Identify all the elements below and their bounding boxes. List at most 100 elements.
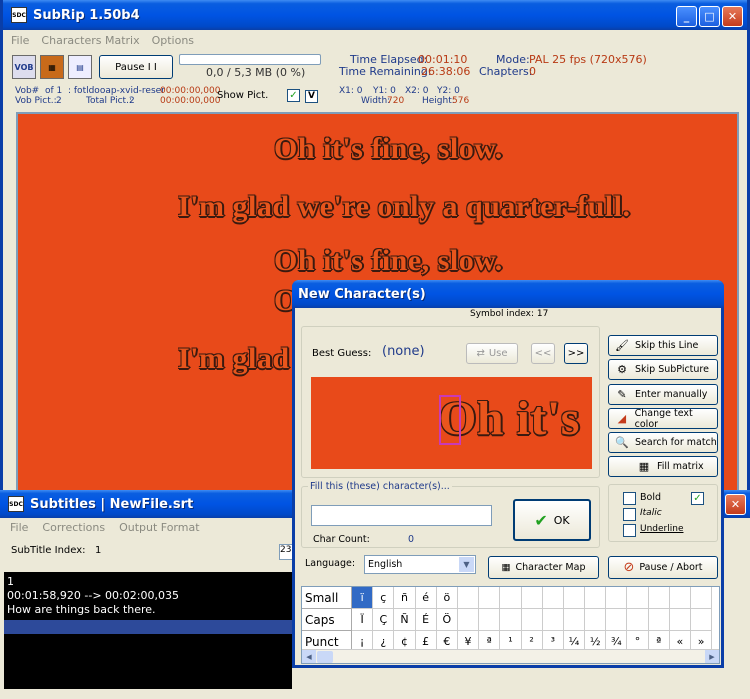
grid-cell[interactable] — [542, 609, 564, 631]
pause-button[interactable]: Pause I I — [99, 55, 173, 79]
grid-cell[interactable] — [627, 587, 649, 609]
character-preview: Oh it's — [311, 377, 592, 469]
menu-options[interactable]: Options — [152, 34, 194, 47]
grid-cell[interactable] — [542, 587, 564, 609]
bold-label: Bold — [640, 492, 661, 503]
prev-button[interactable]: << — [531, 343, 555, 364]
grid-cell[interactable] — [500, 587, 522, 609]
italic-checkbox[interactable] — [623, 508, 636, 521]
underline-checkbox[interactable] — [623, 524, 636, 537]
grid-cell[interactable] — [691, 609, 713, 631]
sub-menu-file[interactable]: File — [10, 521, 28, 534]
search-match-label: Search for match — [635, 437, 717, 448]
film-icon[interactable]: ▦ — [40, 55, 64, 79]
skip-line-button[interactable]: 🖌 Skip this Line — [608, 335, 718, 356]
next-button[interactable]: >> — [564, 343, 588, 364]
grid-cell[interactable]: É — [415, 609, 437, 631]
grid-cell[interactable]: é — [415, 587, 437, 609]
fill-label: Fill this (these) character(s)... — [308, 481, 452, 492]
scroll-left-icon[interactable]: ◀ — [302, 650, 316, 663]
show-pict-label: Show Pict. — [217, 90, 269, 101]
grid-cell[interactable] — [606, 587, 628, 609]
grid-cell[interactable] — [457, 609, 480, 631]
ok-button[interactable]: ✔ OK — [513, 499, 591, 541]
scroll-thumb[interactable] — [317, 650, 333, 663]
use-button[interactable]: ⇄ Use — [466, 343, 518, 364]
menu-characters-matrix[interactable]: Characters Matrix — [41, 34, 139, 47]
grid-cell[interactable] — [585, 587, 607, 609]
partial-field[interactable]: 23 — [279, 544, 293, 560]
show-pict-checkbox[interactable]: ✓ — [287, 89, 300, 102]
grid-cell[interactable] — [606, 609, 628, 631]
dialog-titlebar[interactable]: New Character(s) — [292, 280, 724, 308]
grid-row-caps: Caps Ï Ç Ñ É Ö — [302, 609, 719, 631]
grid-cell[interactable] — [669, 609, 691, 631]
grid-cell[interactable] — [563, 587, 586, 609]
sub-menu-output-format[interactable]: Output Format — [119, 521, 199, 534]
grid-cell[interactable]: Ï — [352, 609, 374, 631]
bold-checkbox[interactable] — [623, 492, 636, 505]
grid-head-small: Small — [302, 587, 352, 609]
grid-cell[interactable] — [691, 587, 713, 609]
vob-label: Vob# — [15, 86, 40, 96]
maximize-button[interactable]: □ — [699, 6, 720, 27]
style-checkbox[interactable]: ✓ — [691, 492, 704, 505]
grid-cell[interactable] — [669, 587, 691, 609]
search-match-button[interactable]: 🔍 Search for match — [608, 432, 718, 453]
chapters-value: 0 — [529, 65, 536, 78]
close-button[interactable]: ✕ — [722, 6, 743, 27]
skip-subpicture-label: Skip SubPicture — [635, 364, 709, 375]
grid-cell[interactable]: ö — [436, 587, 458, 609]
grid-cell[interactable]: Ö — [436, 609, 458, 631]
character-input[interactable] — [311, 505, 492, 526]
pause-abort-button[interactable]: ⊘ Pause / Abort — [608, 556, 718, 579]
vob-value: of 1 — [45, 86, 63, 96]
grid-cell[interactable]: Ç — [373, 609, 395, 631]
skip-subpicture-button[interactable]: ⚙ Skip SubPicture — [608, 359, 718, 380]
v-checkbox[interactable]: V — [305, 90, 318, 103]
grid-cell[interactable] — [479, 587, 501, 609]
menu-file[interactable]: File — [11, 34, 29, 47]
grid-cell[interactable] — [457, 587, 480, 609]
width-label: Width: — [361, 96, 391, 106]
vob-pict-value: 2 — [56, 96, 62, 106]
character-grid[interactable]: Small ï ç ñ é ö Caps Ï Ç Ñ É Ö Punct ¡ ¿… — [301, 586, 720, 664]
grid-cell[interactable] — [648, 587, 670, 609]
char-count-value: 0 — [408, 534, 415, 545]
fill-matrix-button[interactable]: ▦ Fill matrix — [608, 456, 718, 477]
grid-cell[interactable]: ï — [352, 587, 374, 609]
enter-manually-button[interactable]: ✎ Enter manually — [608, 384, 718, 405]
grid-cell[interactable] — [627, 609, 649, 631]
language-select[interactable]: English ▼ — [364, 555, 476, 574]
scroll-right-icon[interactable]: ▶ — [705, 650, 719, 663]
matrix-icon[interactable]: ▤ — [68, 55, 92, 79]
grid-hscrollbar[interactable]: ◀ ▶ — [302, 649, 719, 663]
grid-cell[interactable] — [585, 609, 607, 631]
grid-cell[interactable] — [563, 609, 586, 631]
grid-cell[interactable]: ñ — [394, 587, 416, 609]
use-button-label: Use — [488, 348, 508, 359]
subtitles-close-button[interactable]: ✕ — [725, 494, 746, 515]
vob-icon[interactable]: VOB — [12, 55, 36, 79]
grid-cell[interactable] — [500, 609, 522, 631]
y1-value: Y1: 0 — [373, 86, 396, 96]
grid-cell[interactable] — [521, 609, 543, 631]
preview-line-3: Oh it's fine, slow. — [274, 244, 503, 277]
grid-cell[interactable] — [648, 609, 670, 631]
grid-cell[interactable] — [521, 587, 543, 609]
fill-matrix-label: Fill matrix — [657, 461, 704, 472]
minimize-button[interactable]: _ — [676, 6, 697, 27]
subtitle-timing: 00:01:58,920 --> 00:02:00,035 — [7, 589, 179, 602]
subtitles-title: Subtitles | NewFile.srt — [30, 496, 194, 512]
sub-menu-corrections[interactable]: Corrections — [42, 521, 105, 534]
grid-cell[interactable]: ç — [373, 587, 395, 609]
change-color-button[interactable]: ◢ Change text color — [608, 408, 718, 430]
grid-cell[interactable]: Ñ — [394, 609, 416, 631]
time-remaining-value: 26:38:06 — [421, 65, 471, 78]
checkmark-icon: ✔ — [534, 510, 548, 530]
main-titlebar[interactable]: SDC SubRip 1.50b4 _ □ ✕ — [3, 0, 747, 30]
grid-cell[interactable] — [479, 609, 501, 631]
character-map-button[interactable]: ▦ Character Map — [488, 556, 599, 579]
preview-line-1: Oh it's fine, slow. — [274, 132, 503, 165]
color-icon: ◢ — [617, 412, 627, 425]
